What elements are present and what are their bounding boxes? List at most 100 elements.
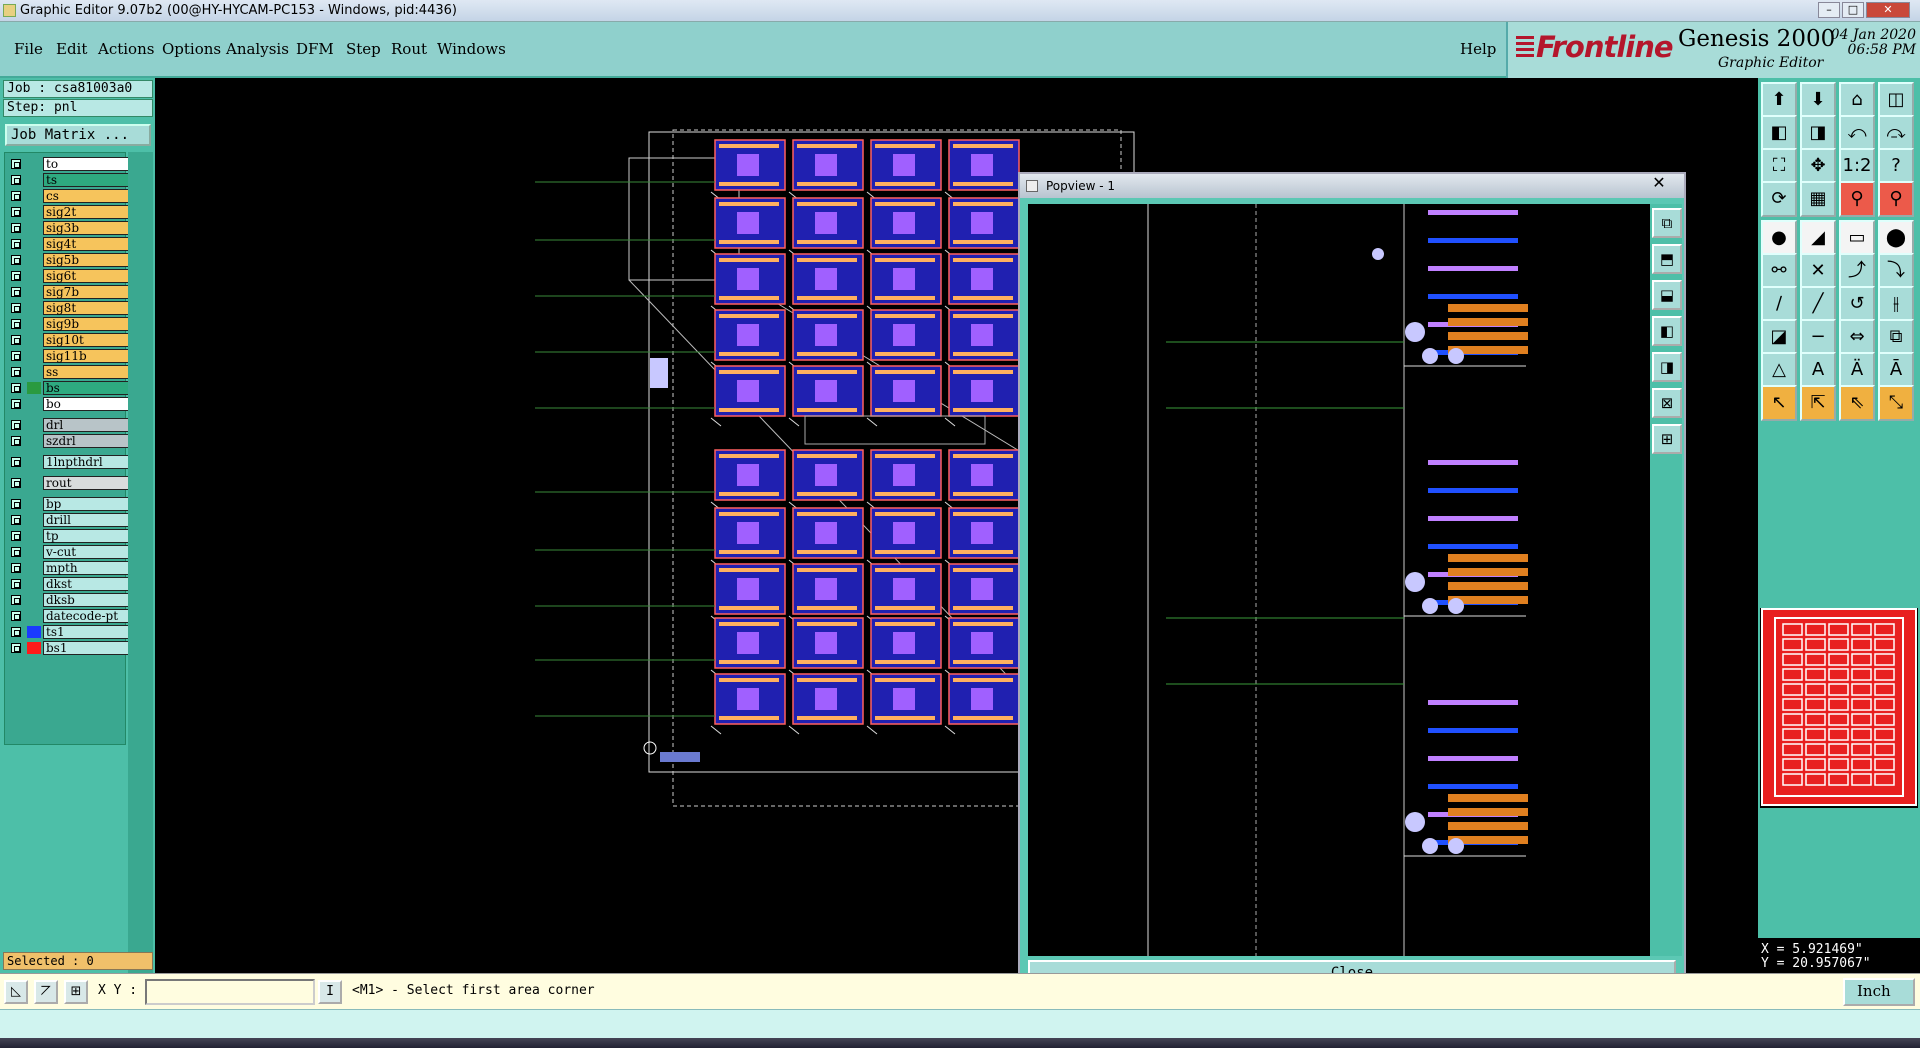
layer-name[interactable]: sig11b xyxy=(43,349,129,363)
minus-icon[interactable]: − xyxy=(1800,319,1836,355)
layer-name[interactable]: bo xyxy=(43,397,129,411)
layer-row[interactable]: szdrl xyxy=(7,434,129,448)
pointer-icon[interactable]: ↖ xyxy=(1761,385,1797,421)
layer-affected-checkbox[interactable] xyxy=(11,627,21,637)
split-view-icon[interactable]: ◫ xyxy=(1878,82,1914,118)
layer-affected-checkbox[interactable] xyxy=(11,207,21,217)
text-line-icon[interactable]: Ā xyxy=(1878,352,1914,388)
pop-zoom-up-icon[interactable]: ⬒ xyxy=(1652,244,1682,274)
overview-map[interactable] xyxy=(1760,608,1918,808)
box-pad-icon[interactable]: ◪ xyxy=(1761,319,1797,355)
home-icon[interactable]: ⌂ xyxy=(1839,82,1875,118)
layer-row[interactable]: bs1 xyxy=(7,641,129,655)
layer-row[interactable]: v-cut xyxy=(7,545,129,559)
layer-affected-checkbox[interactable] xyxy=(11,457,21,467)
pop-zoom-area-icon[interactable]: ⊞ xyxy=(1652,424,1682,454)
menu-rout[interactable]: Rout xyxy=(391,40,427,58)
layer-name[interactable]: bp xyxy=(43,497,129,511)
line-draw-icon[interactable]: ◢ xyxy=(1800,220,1836,256)
layer-row[interactable]: sig3b xyxy=(7,221,129,235)
layer-row[interactable]: tp xyxy=(7,529,129,543)
ratio-icon[interactable]: 1:2 xyxy=(1839,148,1875,184)
layer-affected-checkbox[interactable] xyxy=(11,287,21,297)
layer-affected-checkbox[interactable] xyxy=(11,239,21,249)
measure-icon[interactable]: ⦢ xyxy=(34,980,58,1004)
layer-row[interactable]: sig8t xyxy=(7,301,129,315)
layer-name[interactable]: drill xyxy=(43,513,129,527)
layer-name[interactable]: sig4t xyxy=(43,237,129,251)
menu-actions[interactable]: Actions xyxy=(98,40,154,58)
pop-pan-left-icon[interactable]: ◧ xyxy=(1652,316,1682,346)
layer-row[interactable]: sig9b xyxy=(7,317,129,331)
query-icon[interactable]: ? xyxy=(1878,148,1914,184)
layer-affected-checkbox[interactable] xyxy=(11,579,21,589)
layer-affected-checkbox[interactable] xyxy=(11,159,21,169)
layer-row[interactable]: mpth xyxy=(7,561,129,575)
snap-icon[interactable]: ◺ xyxy=(4,980,28,1004)
right-icon[interactable]: ◨ xyxy=(1800,115,1836,151)
layer-affected-checkbox[interactable] xyxy=(11,191,21,201)
menu-dfm[interactable]: DFM xyxy=(296,40,334,58)
menu-windows[interactable]: Windows xyxy=(437,40,506,58)
layer-row[interactable]: dksb xyxy=(7,593,129,607)
layer-row[interactable]: drl xyxy=(7,418,129,432)
arc-icon[interactable]: ↺ xyxy=(1839,286,1875,322)
layer-name[interactable]: sig2t xyxy=(43,205,129,219)
layer-name[interactable]: ss xyxy=(43,365,129,379)
multi-select-icon[interactable]: ⤡ xyxy=(1878,385,1914,421)
layer-affected-checkbox[interactable] xyxy=(11,383,21,393)
up-layer-icon[interactable]: ⬆ xyxy=(1761,82,1797,118)
xy-input[interactable] xyxy=(145,979,315,1005)
layer-row[interactable]: drill xyxy=(7,513,129,527)
layer-affected-checkbox[interactable] xyxy=(11,319,21,329)
layer-row[interactable]: ts xyxy=(7,173,129,187)
layer-row[interactable]: sig10t xyxy=(7,333,129,347)
slash-icon[interactable]: ∕ xyxy=(1761,286,1797,322)
layer-affected-checkbox[interactable] xyxy=(11,563,21,573)
menu-help[interactable]: Help xyxy=(1460,40,1496,58)
layer-affected-checkbox[interactable] xyxy=(11,436,21,446)
layer-name[interactable]: sig7b xyxy=(43,285,129,299)
layer-row[interactable]: rout xyxy=(7,476,129,490)
pop-zoom-down-icon[interactable]: ⬓ xyxy=(1652,280,1682,310)
edit-line-icon[interactable]: ╱ xyxy=(1800,286,1836,322)
layer-name[interactable]: bs xyxy=(43,381,129,395)
pop-fit-icon[interactable]: ⊠ xyxy=(1652,388,1682,418)
grid-icon[interactable]: ▦ xyxy=(1800,181,1836,217)
center-icon[interactable]: ✥ xyxy=(1800,148,1836,184)
copy-icon[interactable]: ⧉ xyxy=(1878,319,1914,355)
layer-name[interactable]: sig9b xyxy=(43,317,129,331)
layer-affected-checkbox[interactable] xyxy=(11,611,21,621)
menu-file[interactable]: File xyxy=(14,40,43,58)
route-icon[interactable]: ⤴ xyxy=(1839,253,1875,289)
prompt-icon[interactable]: I xyxy=(318,980,342,1004)
layer-affected-checkbox[interactable] xyxy=(11,547,21,557)
layer-row[interactable]: dkst xyxy=(7,577,129,591)
layer-row[interactable]: 1lnpthdrl xyxy=(7,455,129,469)
layer-row[interactable]: sig5b xyxy=(7,253,129,267)
down-layer-icon[interactable]: ⬇ xyxy=(1800,82,1836,118)
layer-row[interactable]: bp xyxy=(7,497,129,511)
net-icon[interactable]: ⚲ xyxy=(1839,181,1875,217)
layer-display-swatch[interactable] xyxy=(27,382,41,394)
popview-close-icon[interactable]: ✕ xyxy=(1638,174,1680,194)
minimize-button[interactable]: – xyxy=(1818,2,1840,18)
layer-row[interactable]: bo xyxy=(7,397,129,411)
fit-icon[interactable]: ⛶ xyxy=(1761,148,1797,184)
cross-icon[interactable]: ✕ xyxy=(1800,253,1836,289)
layer-affected-checkbox[interactable] xyxy=(11,515,21,525)
layer-affected-checkbox[interactable] xyxy=(11,478,21,488)
layer-affected-checkbox[interactable] xyxy=(11,303,21,313)
menu-edit[interactable]: Edit xyxy=(56,40,87,58)
layer-affected-checkbox[interactable] xyxy=(11,175,21,185)
close-window-button[interactable]: ✕ xyxy=(1866,2,1910,18)
layer-name[interactable]: bs1 xyxy=(43,641,129,655)
menu-options[interactable]: Options xyxy=(162,40,221,58)
grid-icon[interactable]: ⊞ xyxy=(64,980,88,1004)
layer-name[interactable]: szdrl xyxy=(43,434,129,448)
layer-display-swatch[interactable] xyxy=(27,642,41,654)
layer-affected-checkbox[interactable] xyxy=(11,531,21,541)
zoom-back-icon[interactable]: ⤺ xyxy=(1839,115,1875,151)
layer-row[interactable]: ss xyxy=(7,365,129,379)
round-pad-icon[interactable]: ⬤ xyxy=(1878,220,1914,256)
